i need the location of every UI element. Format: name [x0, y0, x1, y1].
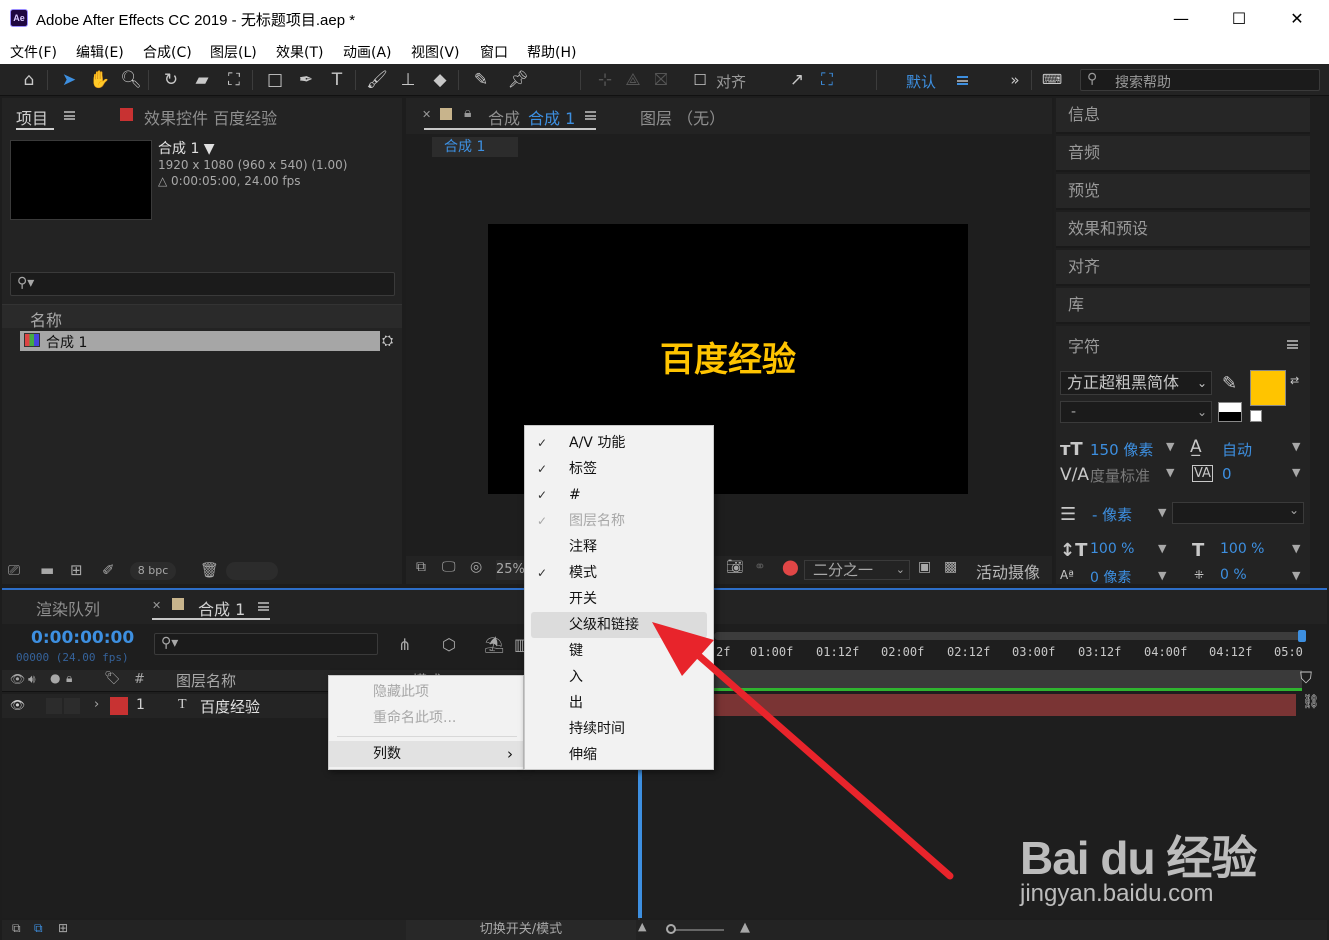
annotation-arrow: [652, 622, 954, 880]
arrow-shaft: [686, 644, 954, 880]
arrow-head: [652, 622, 714, 676]
baidu-watermark: Bai du 经验 jingyan.baidu.com: [1020, 820, 1270, 910]
watermark-brand: Bai du 经验: [1020, 832, 1257, 884]
watermark-url: jingyan.baidu.com: [1020, 880, 1214, 907]
